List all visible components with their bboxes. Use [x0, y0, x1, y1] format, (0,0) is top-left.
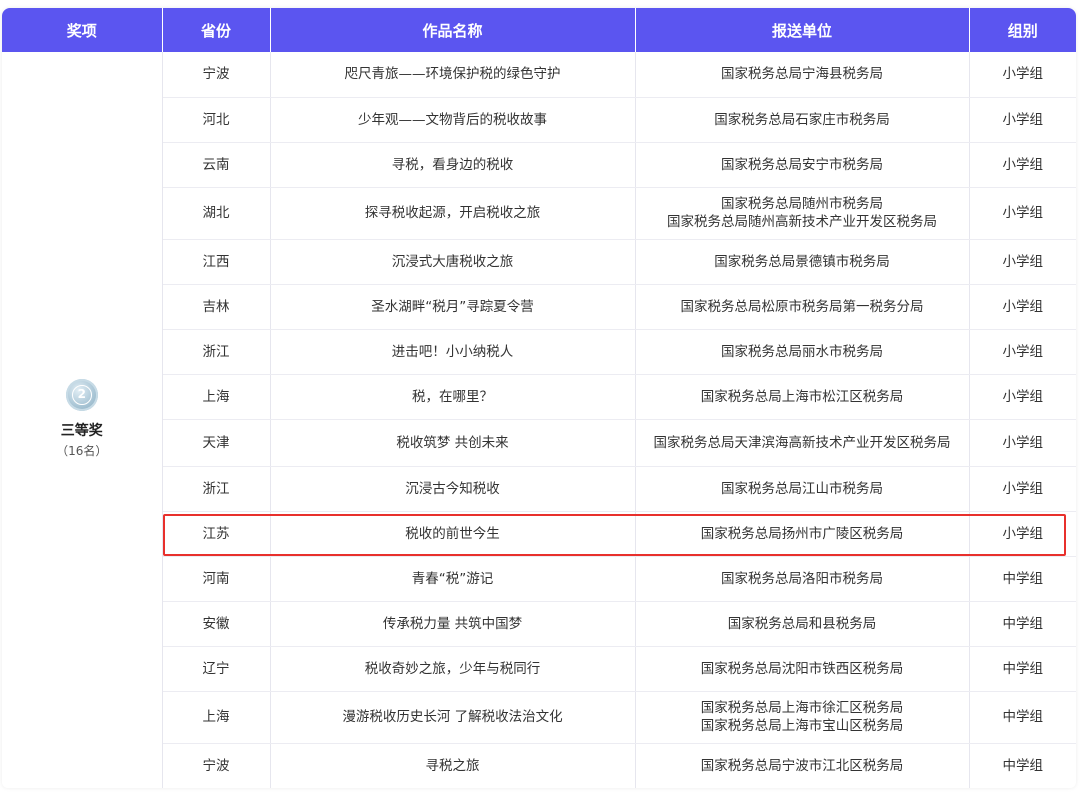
cell-title: 税收筑梦 共创未来	[270, 419, 636, 467]
cell-province: 河北	[162, 97, 271, 143]
cell-group: 中学组	[969, 691, 1076, 744]
header-group: 组别	[969, 8, 1076, 52]
cell-province: 天津	[162, 419, 271, 467]
cell-title: 咫尺青旅——环境保护税的绿色守护	[270, 52, 636, 98]
cell-group: 中学组	[969, 601, 1076, 647]
cell-group: 小学组	[969, 239, 1076, 285]
table-row: 2 三等奖 （16名） 宁波 咫尺青旅——环境保护税的绿色守护 国家税务总局宁海县税务局小…	[2, 52, 1076, 788]
cell-title: 沉浸式大唐税收之旅	[270, 239, 636, 285]
table-row: 云南 寻税，看身边的税收 国家税务总局安宁市税务局 小学组	[2, 142, 1076, 188]
cell-unit: 国家税务总局和县税务局	[635, 601, 970, 647]
table-row: 辽宁 税收奇妙之旅，少年与税同行 国家税务总局沈阳市铁西区税务局 中学组	[2, 646, 1076, 692]
cell-title: 沉浸古今知税收	[270, 466, 636, 512]
cell-group: 小学组	[969, 329, 1076, 375]
cell-province: 江苏	[162, 511, 271, 557]
award-count: （16名）	[56, 444, 108, 459]
cell-unit: 国家税务总局洛阳市税务局	[635, 556, 970, 602]
cell-group: 小学组	[969, 187, 1076, 240]
cell-province: 宁波	[162, 52, 271, 98]
cell-province: 上海	[162, 374, 271, 420]
cell-province: 吉林	[162, 284, 271, 330]
table-row: 上海 税，在哪里？ 国家税务总局上海市松江区税务局 小学组	[2, 374, 1076, 420]
table-row: 江西 沉浸式大唐税收之旅 国家税务总局景德镇市税务局 小学组	[2, 239, 1076, 285]
cell-province: 浙江	[162, 466, 271, 512]
table-row: 江苏 税收的前世今生 国家税务总局扬州市广陵区税务局 小学组	[2, 511, 1076, 557]
award-name: 三等奖	[60, 423, 103, 440]
table-row: 天津 税收筑梦 共创未来 国家税务总局天津滨海高新技术产业开发区税务局 小学组	[2, 419, 1076, 467]
table-row: 河南 青春“税”游记 国家税务总局洛阳市税务局 中学组	[2, 556, 1076, 602]
cell-title: 税收的前世今生	[270, 511, 636, 557]
cell-group: 小学组	[969, 284, 1076, 330]
cell-group: 中学组	[969, 646, 1076, 692]
cell-group: 小学组	[969, 374, 1076, 420]
award-table: 奖项 省份 作品名称 报送单位 组别 2 三等奖 （16名） 宁波 咫尺青旅——环境保护…	[2, 8, 1076, 788]
table-row: 安徽 传承税力量 共筑中国梦 国家税务总局和县税务局 中学组	[2, 601, 1076, 647]
header-unit: 报送单位	[635, 8, 970, 52]
cell-title: 寻税之旅	[270, 743, 636, 788]
cell-title: 税收奇妙之旅，少年与税同行	[270, 646, 636, 692]
cell-province: 河南	[162, 556, 271, 602]
cell-unit: 国家税务总局景德镇市税务局	[635, 239, 970, 285]
cell-unit: 国家税务总局宁波市江北区税务局	[635, 743, 970, 788]
cell-unit: 国家税务总局宁海县税务局	[635, 52, 970, 98]
medal-icon: 2	[65, 379, 98, 412]
table-row: 湖北 探寻税收起源，开启税收之旅 国家税务总局随州市税务局 国家税务总局随州高新技术…	[2, 187, 1076, 240]
header-award: 奖项	[2, 8, 163, 52]
cell-group: 小学组	[969, 97, 1076, 143]
cell-unit: 国家税务总局天津滨海高新技术产业开发区税务局	[635, 419, 970, 467]
cell-title: 漫游税收历史长河 了解税收法治文化	[270, 691, 636, 744]
table-header-row: 奖项 省份 作品名称 报送单位 组别	[2, 8, 1076, 52]
cell-province: 云南	[162, 142, 271, 188]
cell-title: 少年观——文物背后的税收故事	[270, 97, 636, 143]
cell-unit: 国家税务总局石家庄市税务局	[635, 97, 970, 143]
cell-title: 税，在哪里？	[270, 374, 636, 420]
cell-province: 宁波	[162, 743, 271, 788]
cell-province: 湖北	[162, 187, 271, 240]
cell-unit: 国家税务总局安宁市税务局	[635, 142, 970, 188]
cell-unit: 国家税务总局随州市税务局 国家税务总局随州高新技术产业开发区税务局	[635, 187, 970, 240]
header-title: 作品名称	[270, 8, 636, 52]
cell-group: 小学组	[969, 419, 1076, 467]
cell-unit: 国家税务总局沈阳市铁西区税务局	[635, 646, 970, 692]
cell-province: 浙江	[162, 329, 271, 375]
cell-group: 小学组	[969, 466, 1076, 512]
cell-unit: 国家税务总局扬州市广陵区税务局	[635, 511, 970, 557]
table-row: 吉林 圣水湖畔“税月”寻踪夏令营 国家税务总局松原市税务局第一税务分局 小学组	[2, 284, 1076, 330]
table-row: 浙江 沉浸古今知税收 国家税务总局江山市税务局 小学组	[2, 466, 1076, 512]
award-cell: 2 三等奖 （16名）	[2, 52, 163, 788]
table-row: 河北 少年观——文物背后的税收故事 国家税务总局石家庄市税务局 小学组	[2, 97, 1076, 143]
cell-group: 中学组	[969, 556, 1076, 602]
cell-title: 进击吧！小小纳税人	[270, 329, 636, 375]
cell-province: 上海	[162, 691, 271, 744]
table-row: 宁波 寻税之旅 国家税务总局宁波市江北区税务局 中学组	[2, 743, 1076, 788]
medal-number: 2	[71, 385, 92, 406]
cell-unit: 国家税务总局上海市徐汇区税务局 国家税务总局上海市宝山区税务局	[635, 691, 970, 744]
cell-province: 安徽	[162, 601, 271, 647]
cell-title: 青春“税”游记	[270, 556, 636, 602]
header-province: 省份	[162, 8, 271, 52]
cell-group: 小学组	[969, 142, 1076, 188]
cell-unit: 国家税务总局江山市税务局	[635, 466, 970, 512]
table-row: 浙江 进击吧！小小纳税人 国家税务总局丽水市税务局 小学组	[2, 329, 1076, 375]
cell-title: 传承税力量 共筑中国梦	[270, 601, 636, 647]
cell-group: 小学组	[969, 511, 1076, 557]
cell-title: 探寻税收起源，开启税收之旅	[270, 187, 636, 240]
cell-province: 辽宁	[162, 646, 271, 692]
cell-unit: 国家税务总局丽水市税务局	[635, 329, 970, 375]
cell-title: 寻税，看身边的税收	[270, 142, 636, 188]
cell-province: 江西	[162, 239, 271, 285]
cell-unit: 国家税务总局松原市税务局第一税务分局	[635, 284, 970, 330]
table-row: 上海 漫游税收历史长河 了解税收法治文化 国家税务总局上海市徐汇区税务局 国家税务总…	[2, 691, 1076, 744]
cell-group: 中学组	[969, 743, 1076, 788]
cell-unit: 国家税务总局上海市松江区税务局	[635, 374, 970, 420]
cell-group: 小学组	[969, 52, 1076, 98]
award-table-container: 奖项 省份 作品名称 报送单位 组别 2 三等奖 （16名） 宁波 咫尺青旅——环境保护…	[2, 8, 1076, 788]
cell-title: 圣水湖畔“税月”寻踪夏令营	[270, 284, 636, 330]
